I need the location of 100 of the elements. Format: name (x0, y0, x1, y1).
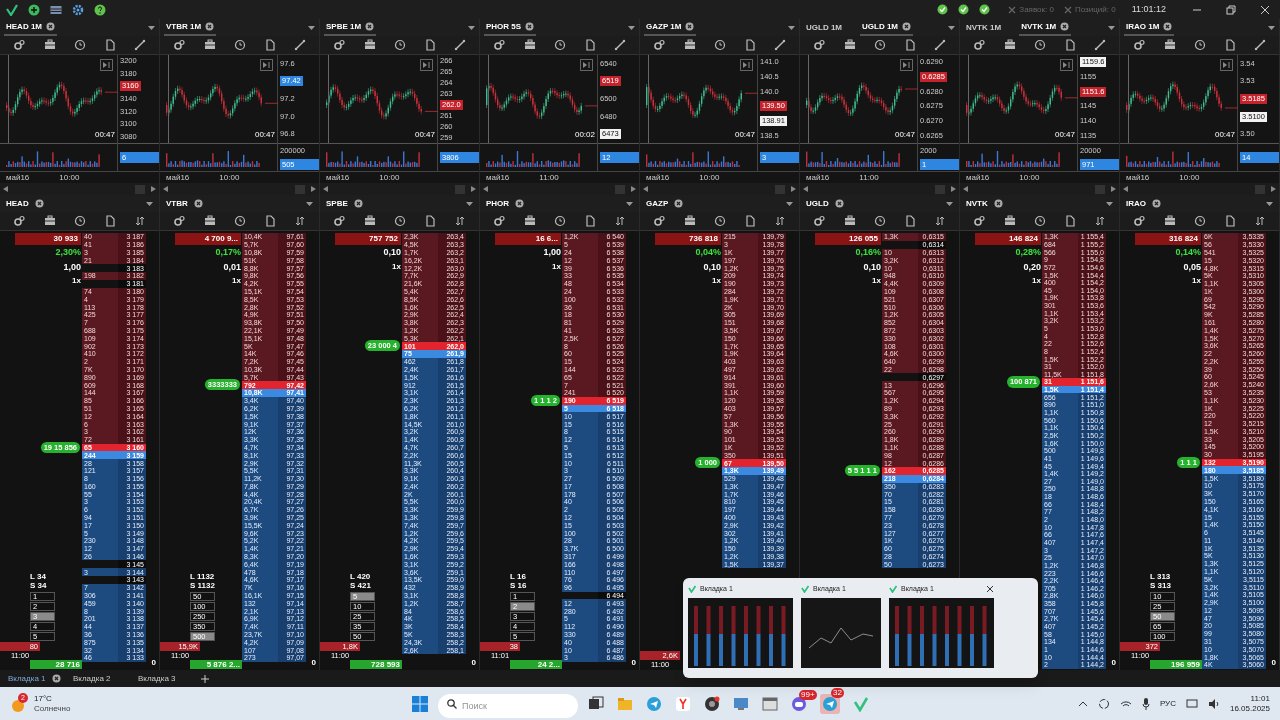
gear-icon[interactable] (14, 39, 26, 51)
search-field[interactable]: Поиск (438, 693, 578, 718)
briefcase-icon[interactable] (364, 39, 376, 51)
caret-icon[interactable] (1108, 25, 1115, 30)
skip-to-end-icon[interactable] (1220, 59, 1233, 71)
skip-to-end-icon[interactable] (420, 59, 433, 71)
briefcase-icon[interactable] (524, 39, 536, 51)
clock-icon[interactable] (874, 39, 886, 51)
scroll-thumb[interactable] (775, 184, 785, 194)
task-view-icon[interactable] (588, 695, 604, 712)
skip-to-end-icon[interactable] (260, 59, 273, 71)
skip-to-end-icon[interactable] (900, 59, 913, 71)
sort-arrows-icon[interactable] (134, 215, 146, 227)
caret-icon[interactable] (948, 25, 955, 30)
document-icon[interactable] (904, 39, 916, 51)
caret-icon[interactable] (1106, 201, 1113, 206)
clock-icon[interactable] (74, 215, 86, 227)
gear-icon[interactable] (14, 215, 26, 227)
gear-icon[interactable] (334, 215, 346, 227)
line-tool-icon[interactable] (774, 39, 786, 51)
document-icon[interactable] (1224, 215, 1236, 227)
gear-icon[interactable] (494, 215, 506, 227)
clock-icon[interactable] (74, 39, 86, 51)
clock-icon[interactable] (1034, 39, 1046, 51)
close-icon[interactable] (525, 22, 535, 31)
clock-icon[interactable] (1034, 215, 1046, 227)
workspace-tab[interactable]: Вкладка 1 (0, 670, 65, 687)
gear-icon[interactable] (654, 39, 666, 51)
browser-icon[interactable] (675, 695, 691, 712)
line-tool-icon[interactable] (1094, 39, 1106, 51)
chart-tab[interactable]: UGLD 1M (804, 19, 844, 36)
media-icon[interactable] (704, 695, 720, 712)
clock-icon[interactable] (714, 215, 726, 227)
display-icon[interactable] (1185, 697, 1198, 710)
document-icon[interactable] (744, 215, 756, 227)
caret-icon[interactable] (308, 25, 315, 30)
document-icon[interactable] (264, 39, 276, 51)
document-icon[interactable] (424, 39, 436, 51)
microphone-icon[interactable] (1141, 697, 1150, 710)
caret-icon[interactable] (626, 201, 633, 206)
window-icon[interactable] (762, 695, 778, 712)
gear-icon[interactable] (814, 215, 826, 227)
document-icon[interactable] (744, 39, 756, 51)
workspace-tab[interactable]: Вкладка 3 (130, 670, 195, 687)
gear-icon[interactable] (974, 39, 986, 51)
scroll-left-icon[interactable] (643, 186, 648, 192)
help-icon[interactable] (94, 3, 106, 16)
scroll-right-icon[interactable] (631, 186, 636, 192)
briefcase-icon[interactable] (684, 215, 696, 227)
gear-icon[interactable] (1134, 215, 1146, 227)
briefcase-icon[interactable] (204, 215, 216, 227)
scroll-left-icon[interactable] (483, 186, 488, 192)
close-icon[interactable] (993, 199, 1003, 208)
scroll-right-icon[interactable] (311, 186, 316, 192)
caret-icon[interactable] (1266, 201, 1273, 206)
caret-icon[interactable] (468, 25, 475, 30)
chart-tab[interactable]: NVTK 1M (964, 19, 1004, 36)
clock-icon[interactable] (394, 215, 406, 227)
line-tool-icon[interactable] (934, 39, 946, 51)
monitor-icon[interactable] (733, 695, 749, 712)
clock-icon[interactable] (874, 215, 886, 227)
skip-to-end-icon[interactable] (740, 59, 753, 71)
gear-icon[interactable] (174, 39, 186, 51)
scroll-thumb[interactable] (295, 184, 305, 194)
briefcase-icon[interactable] (364, 215, 376, 227)
briefcase-icon[interactable] (44, 39, 56, 51)
gear-icon[interactable] (174, 215, 186, 227)
clock-icon[interactable] (554, 215, 566, 227)
sync-icon[interactable] (1097, 697, 1110, 710)
paper-plane-icon[interactable] (822, 695, 838, 712)
sort-arrows-icon[interactable] (294, 215, 306, 227)
chat-icon[interactable] (791, 695, 807, 712)
chevron-up-icon[interactable] (1077, 700, 1088, 707)
briefcase-icon[interactable] (1164, 215, 1176, 227)
logo-icon[interactable] (6, 3, 18, 16)
scroll-left-icon[interactable] (1123, 186, 1128, 192)
scroll-thumb[interactable] (1255, 184, 1265, 194)
line-tool-icon[interactable] (454, 39, 466, 51)
clock-icon[interactable] (234, 215, 246, 227)
settings-icon[interactable] (72, 3, 84, 16)
scroll-thumb[interactable] (455, 184, 465, 194)
briefcase-icon[interactable] (1004, 39, 1016, 51)
close-icon[interactable] (515, 199, 525, 208)
sort-arrows-icon[interactable] (774, 215, 786, 227)
document-icon[interactable] (264, 215, 276, 227)
close-icon[interactable] (834, 199, 844, 208)
window-preview-drawing[interactable] (889, 598, 994, 668)
briefcase-icon[interactable] (844, 39, 856, 51)
document-icon[interactable] (584, 39, 596, 51)
close-icon[interactable] (51, 674, 61, 683)
scroll-right-icon[interactable] (951, 186, 956, 192)
line-tool-icon[interactable] (134, 39, 146, 51)
sort-arrows-icon[interactable] (1094, 215, 1106, 227)
clock-icon[interactable] (554, 39, 566, 51)
clock-icon[interactable] (714, 39, 726, 51)
scroll-right-icon[interactable] (791, 186, 796, 192)
line-tool-icon[interactable] (1254, 39, 1266, 51)
close-icon[interactable] (1060, 22, 1070, 31)
sort-arrows-icon[interactable] (614, 215, 626, 227)
gear-icon[interactable] (494, 39, 506, 51)
